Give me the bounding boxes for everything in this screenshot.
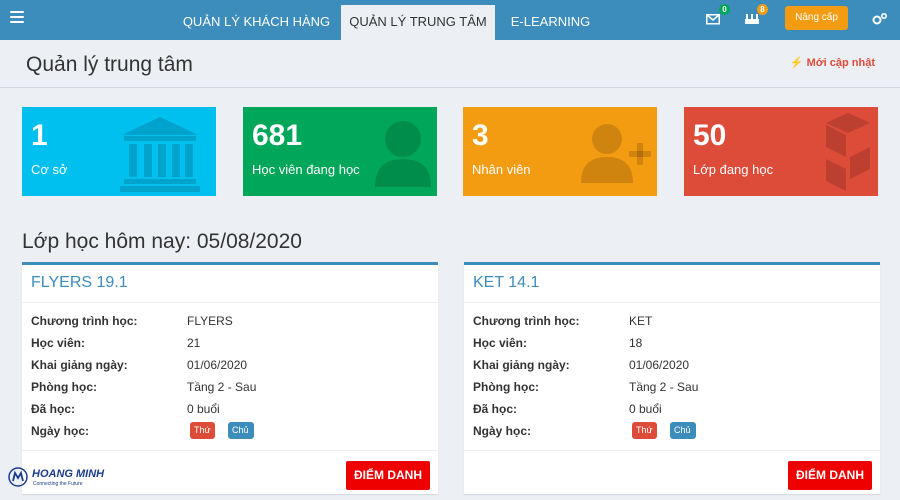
studied-label: Đã học: [473, 402, 518, 416]
start-date-value: 01/06/2020 [629, 358, 690, 372]
room-value: Tầng 2 - Sau [629, 380, 699, 394]
students-value: 21 [187, 336, 201, 350]
tab-center-management[interactable]: QUẢN LÝ TRUNG TÂM [341, 5, 495, 40]
days-label: Ngày học: [31, 424, 90, 438]
stat-box-classes[interactable]: 50 Lớp đang học [684, 107, 878, 196]
days-label: Ngày học: [473, 424, 532, 438]
start-date-label: Khai giảng ngày: [31, 358, 128, 372]
room-label: Phòng học: [31, 380, 97, 394]
brand-logo: HOANG MINH Connecting the Future [8, 466, 118, 488]
page-title: Quản lý trung tâm [26, 53, 193, 76]
cube-icon [826, 113, 870, 191]
program-value: KET [629, 314, 653, 328]
user-plus-icon [581, 124, 651, 183]
stat-label: Học viên đang học [252, 162, 360, 177]
divider [464, 450, 880, 451]
whats-new-label: Mới cập nhật [806, 57, 875, 69]
stat-value: 50 [693, 119, 727, 152]
tab-customer-management[interactable]: QUẢN LÝ KHÁCH HÀNG [175, 5, 338, 40]
studied-value: 0 buổi [629, 402, 662, 416]
stat-label: Lớp đang học [693, 162, 774, 177]
class-name[interactable]: FLYERS 19.1 [31, 274, 128, 292]
stat-box-branches[interactable]: 1 Cơ sở [22, 107, 216, 196]
divider [22, 302, 438, 303]
attendance-button[interactable]: ĐIỂM DANH [788, 461, 872, 490]
notifications-icon[interactable]: 8 [744, 4, 768, 28]
room-label: Phòng học: [473, 380, 539, 394]
start-date-value: 01/06/2020 [187, 358, 248, 372]
class-card: FLYERS 19.1 Chương trình học: FLYERS Học… [22, 262, 438, 494]
studied-label: Đã học: [31, 402, 76, 416]
program-value: FLYERS [187, 314, 233, 328]
bolt-icon: ⚡ [789, 57, 804, 69]
studied-value: 0 buổi [187, 402, 220, 416]
class-card: KET 14.1 Chương trình học: KET Học viên:… [464, 262, 880, 494]
students-label: Học viên: [473, 336, 528, 350]
room-value: Tầng 2 - Sau [187, 380, 257, 394]
today-classes-heading: Lớp học hôm nay: 05/08/2020 [22, 230, 302, 253]
menu-toggle-icon[interactable] [10, 11, 24, 25]
settings-gears-icon[interactable] [872, 12, 890, 28]
mail-badge: 0 [719, 4, 730, 15]
students-label: Học viên: [31, 336, 86, 350]
user-icon [375, 121, 431, 187]
logo-mark-icon [8, 467, 28, 487]
stat-box-students[interactable]: 681 Học viên đang học [243, 107, 437, 196]
stat-box-staff[interactable]: 3 Nhân viên [463, 107, 657, 196]
students-value: 18 [629, 336, 643, 350]
attendance-button[interactable]: ĐIỂM DANH [346, 461, 430, 490]
day-badge: Chủ nhật [228, 422, 254, 452]
logo-tagline: Connecting the Future [33, 481, 83, 487]
whats-new-link[interactable]: ⚡ Mới cập nhật [790, 56, 875, 69]
top-navbar: QUẢN LÝ KHÁCH HÀNG QUẢN LÝ TRUNG TÂM E-L… [0, 0, 900, 40]
start-date-label: Khai giảng ngày: [473, 358, 570, 372]
divider [22, 450, 438, 451]
program-label: Chương trình học: [31, 314, 138, 328]
stat-label: Nhân viên [472, 162, 531, 177]
class-name[interactable]: KET 14.1 [473, 274, 539, 292]
stat-label: Cơ sở [31, 162, 68, 177]
program-label: Chương trình học: [473, 314, 580, 328]
stat-value: 1 [31, 119, 48, 152]
upgrade-button[interactable]: Nâng cấp [785, 6, 848, 30]
day-badge: Thứ 4 [632, 422, 657, 452]
stat-value: 681 [252, 119, 303, 152]
divider [464, 302, 880, 303]
page-header: Quản lý trung tâm ⚡ Mới cập nhật [0, 40, 900, 88]
notifications-badge: 8 [757, 4, 768, 15]
day-badge: Chủ nhật [670, 422, 696, 452]
logo-text: HOANG MINH [32, 468, 105, 480]
stat-value: 3 [472, 119, 489, 152]
mail-icon[interactable]: 0 [706, 4, 730, 28]
day-badge: Thứ 4 [190, 422, 215, 452]
building-icon [120, 117, 200, 192]
tab-e-learning[interactable]: E-LEARNING [498, 5, 603, 40]
